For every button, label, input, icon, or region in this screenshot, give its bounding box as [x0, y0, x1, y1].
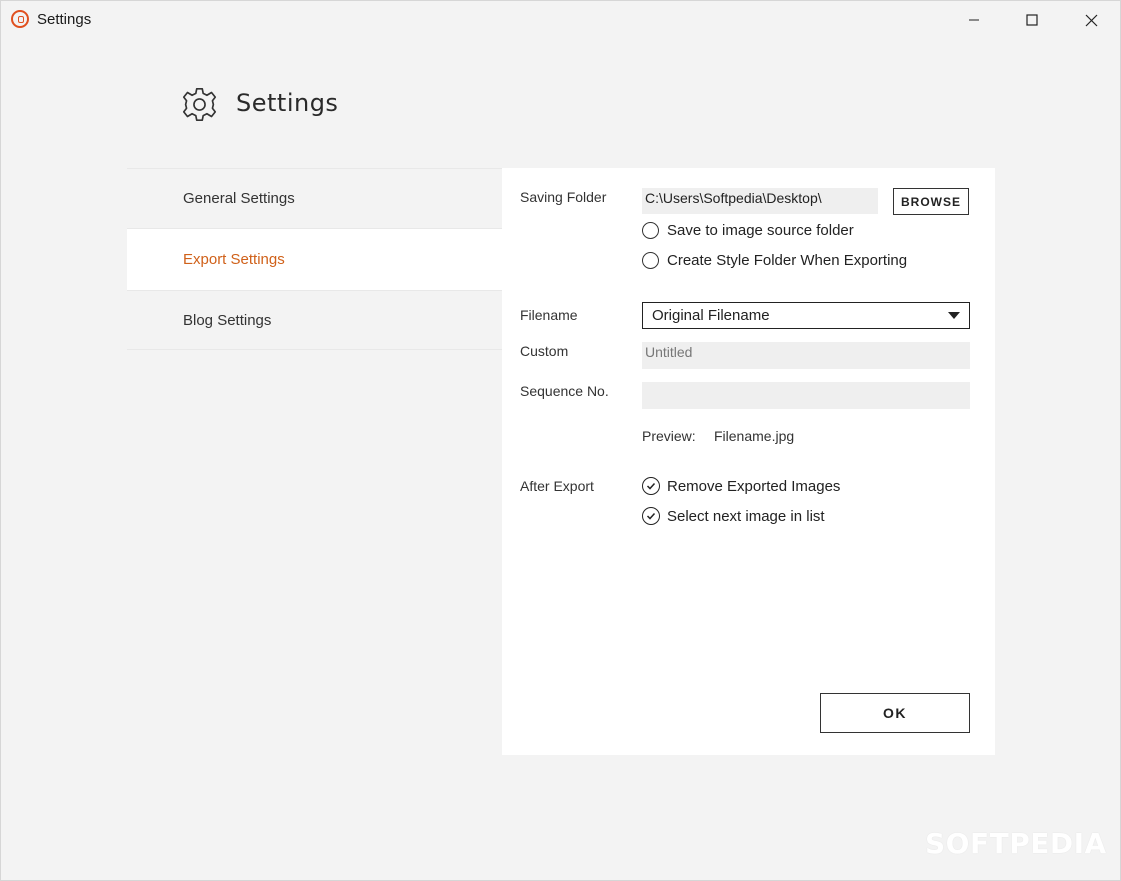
- minimize-button[interactable]: [945, 1, 1003, 39]
- radio-unchecked-icon[interactable]: [642, 222, 659, 239]
- filename-selected-value: Original Filename: [652, 307, 770, 324]
- dropdown-arrow-icon: [948, 312, 960, 319]
- page-title: Settings: [236, 89, 339, 117]
- close-icon: [1085, 14, 1097, 26]
- select-next-label: Select next image in list: [667, 507, 825, 525]
- sidebar-item-label: Blog Settings: [183, 311, 272, 329]
- preview-label: Preview:: [642, 428, 696, 444]
- sidebar-item-label: Export Settings: [183, 251, 285, 268]
- filename-select[interactable]: Original Filename: [642, 302, 970, 329]
- saving-folder-label: Saving Folder: [520, 189, 607, 205]
- create-style-folder-option[interactable]: Create Style Folder When Exporting: [642, 252, 907, 269]
- checkmark-icon[interactable]: [642, 477, 660, 495]
- filename-label: Filename: [520, 307, 578, 323]
- watermark: SOFTPEDIA: [925, 827, 1107, 860]
- settings-sidebar: General Settings Export Settings Blog Se…: [127, 168, 502, 350]
- saving-folder-path: C:\Users\Softpedia\Desktop\: [642, 188, 878, 214]
- sidebar-item-general-settings[interactable]: General Settings: [127, 168, 502, 228]
- browse-button[interactable]: BROWSE: [893, 188, 969, 215]
- after-export-label: After Export: [520, 478, 594, 494]
- window-title: Settings: [37, 11, 92, 28]
- custom-label: Custom: [520, 343, 569, 359]
- export-settings-panel: Saving Folder C:\Users\Softpedia\Desktop…: [502, 168, 995, 755]
- settings-window: Settings Settings General Settings Expor…: [0, 0, 1121, 881]
- radio-unchecked-icon[interactable]: [642, 252, 659, 269]
- preview-value: Filename.jpg: [714, 428, 795, 444]
- save-to-source-label: Save to image source folder: [667, 222, 854, 239]
- custom-input[interactable]: Untitled: [642, 342, 970, 369]
- maximize-button[interactable]: [1003, 1, 1061, 39]
- close-button[interactable]: [1062, 1, 1120, 39]
- gear-icon: [182, 87, 217, 122]
- select-next-option[interactable]: Select next image in list: [642, 507, 825, 525]
- checkmark-icon[interactable]: [642, 507, 660, 525]
- sidebar-item-label: General Settings: [183, 190, 295, 207]
- title-bar: Settings: [1, 1, 1120, 39]
- sequence-label: Sequence No.: [520, 383, 609, 399]
- remove-exported-label: Remove Exported Images: [667, 477, 841, 495]
- create-style-folder-label: Create Style Folder When Exporting: [667, 252, 908, 269]
- app-logo-icon: [11, 10, 29, 28]
- sidebar-item-blog-settings[interactable]: Blog Settings: [127, 290, 502, 350]
- maximize-icon: [1026, 14, 1038, 26]
- minimize-icon: [969, 19, 979, 21]
- remove-exported-option[interactable]: Remove Exported Images: [642, 477, 840, 495]
- sidebar-item-export-settings[interactable]: Export Settings: [127, 228, 502, 290]
- ok-button[interactable]: OK: [820, 693, 970, 733]
- sequence-input[interactable]: [642, 382, 970, 409]
- save-to-source-option[interactable]: Save to image source folder: [642, 222, 854, 239]
